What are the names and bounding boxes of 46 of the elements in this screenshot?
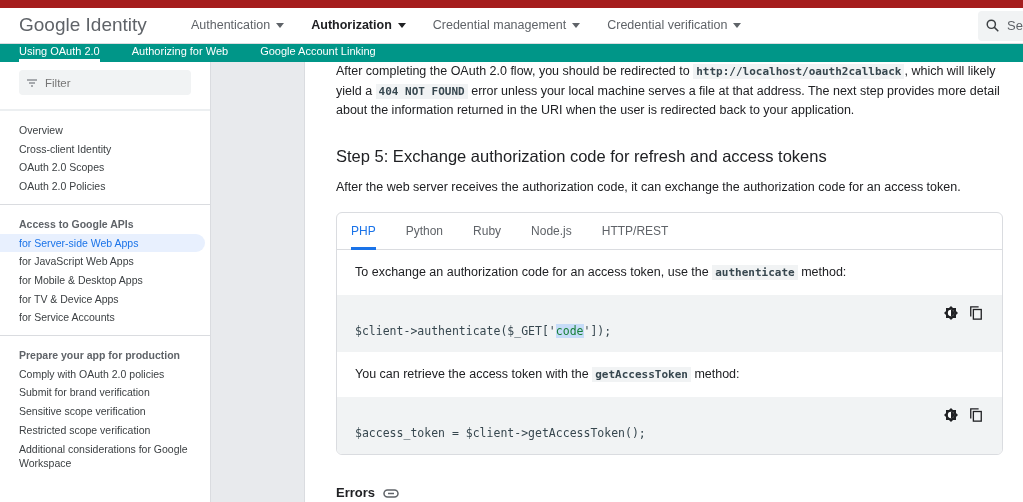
language-tab[interactable]: Ruby xyxy=(473,212,502,250)
caret-icon xyxy=(572,23,581,29)
sidebar-item[interactable]: Restricted scope verification xyxy=(0,420,205,440)
sidebar-item[interactable]: Sensitive scope verification xyxy=(0,402,205,421)
language-tab[interactable]: PHP xyxy=(351,212,376,250)
sidebar-item[interactable]: Additional considerations for Google Workspace xyxy=(0,439,205,473)
search-field[interactable]: Se xyxy=(978,10,1023,41)
paragraph: To exchange an authorization code for an access token, use the authenticate method: xyxy=(354,263,848,282)
sidebar-item[interactable]: for Server-side Web Apps xyxy=(0,233,205,253)
nav-tab[interactable]: Authorization xyxy=(311,16,406,35)
section-heading: Prepare your app for production xyxy=(18,348,182,364)
code-line: $client->authenticate($_GET['code']); xyxy=(355,322,613,340)
search-icon xyxy=(986,18,1000,33)
sidebar-item[interactable]: Submit for brand verification xyxy=(0,383,205,403)
sidebar-item[interactable]: Cross-client Identity xyxy=(0,139,205,159)
section-heading: Errors xyxy=(336,484,376,502)
paragraph: After completing the OAuth 2.0 flow, you should be redirected to http://localhost/oauth2callback , which will likely yield a 404 NOT FOUND error unless your local machine serves a file at that address. The next step provides more detail about the information returned in the URI when the user is redirected back to your application. xyxy=(336,63,1001,119)
nav-tab[interactable]: Credential verification xyxy=(607,16,742,35)
sidebar-item[interactable]: OAuth 2.0 Scopes xyxy=(0,158,205,178)
copy-button[interactable] xyxy=(968,405,984,422)
site-logo[interactable]: Google Identity xyxy=(0,11,191,40)
caret-icon xyxy=(397,23,406,29)
language-tab[interactable]: Python xyxy=(405,212,444,250)
caret-icon xyxy=(733,23,742,29)
section-heading: Access to Google APIs xyxy=(18,216,135,232)
caret-icon xyxy=(276,23,285,29)
link-icon[interactable] xyxy=(383,488,400,498)
subnav-tab[interactable]: Authorizing for Web xyxy=(131,44,229,62)
section-heading: Step 5: Exchange authorization code for refresh and access tokens xyxy=(336,146,828,167)
language-tab[interactable]: HTTP/REST xyxy=(601,212,669,250)
sidebar-item[interactable]: OAuth 2.0 Policies xyxy=(0,177,205,196)
sidebar-item[interactable]: for Service Accounts xyxy=(0,308,205,328)
sidebar-item[interactable]: for Mobile & Desktop Apps xyxy=(0,270,205,290)
filter-field[interactable]: Filter xyxy=(19,70,191,95)
sidebar-item[interactable]: Comply with OAuth 2.0 policies xyxy=(0,364,205,384)
code-line: $access_token = $client->getAccessToken(); xyxy=(355,425,647,443)
sidebar-item[interactable]: Overview xyxy=(0,121,205,140)
sidebar-item[interactable]: for TV & Device Apps xyxy=(0,289,205,309)
subnav-tab[interactable]: Google Account Linking xyxy=(260,44,376,62)
theme-toggle-button[interactable] xyxy=(943,405,959,422)
paragraph: After the web server receives the authorization code, it can exchange the authorization code for an access token. xyxy=(336,179,962,197)
language-tab[interactable]: Node.js xyxy=(531,212,572,250)
nav-tab[interactable]: Credential management xyxy=(432,16,581,35)
paragraph: You can retrieve the access token with the getAccessToken method: xyxy=(354,366,741,385)
sidebar-item[interactable]: for JavaScript Web Apps xyxy=(0,252,205,271)
nav-tab[interactable]: Authentication xyxy=(191,16,285,35)
